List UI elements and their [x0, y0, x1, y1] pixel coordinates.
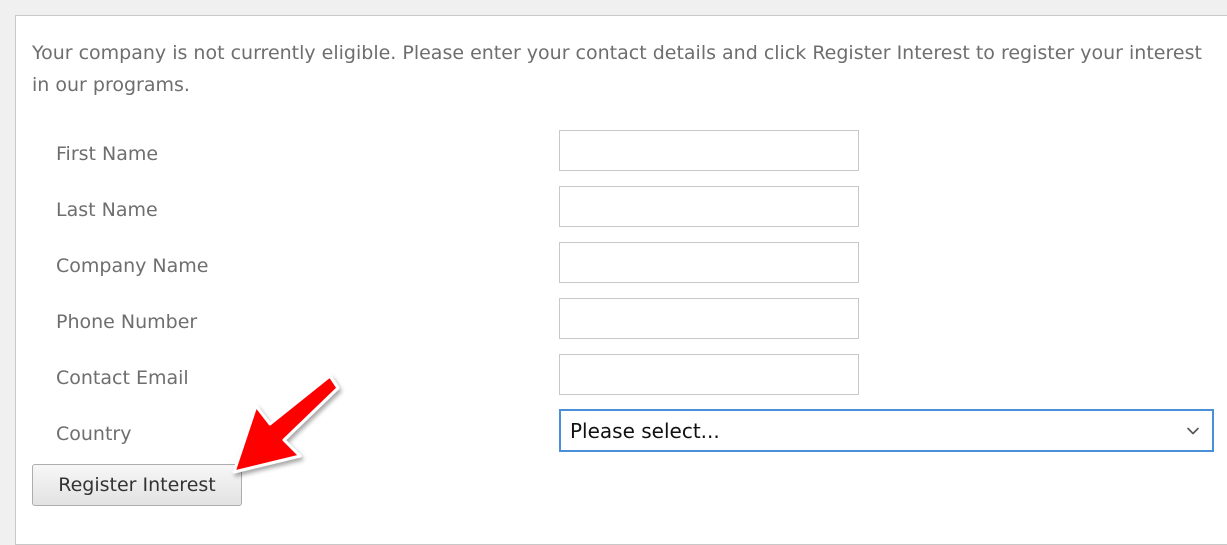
chevron-down-icon [1187, 427, 1199, 435]
last-name-label: Last Name [56, 199, 158, 221]
contact-email-label: Contact Email [56, 367, 189, 389]
phone-number-input[interactable] [559, 298, 859, 339]
company-name-label: Company Name [56, 255, 209, 277]
arrow-icon [232, 374, 340, 474]
country-select[interactable]: Please select... [559, 409, 1214, 452]
contact-email-input[interactable] [559, 354, 859, 395]
first-name-label: First Name [56, 143, 159, 165]
first-name-input[interactable] [559, 130, 859, 171]
eligibility-message: Your company is not currently eligible. … [32, 42, 1202, 96]
country-label: Country [56, 423, 132, 445]
company-name-input[interactable] [559, 242, 859, 283]
register-interest-button[interactable]: Register Interest [32, 464, 242, 506]
phone-number-label: Phone Number [56, 311, 198, 333]
last-name-input[interactable] [559, 186, 859, 227]
country-select-value: Please select... [570, 419, 720, 443]
